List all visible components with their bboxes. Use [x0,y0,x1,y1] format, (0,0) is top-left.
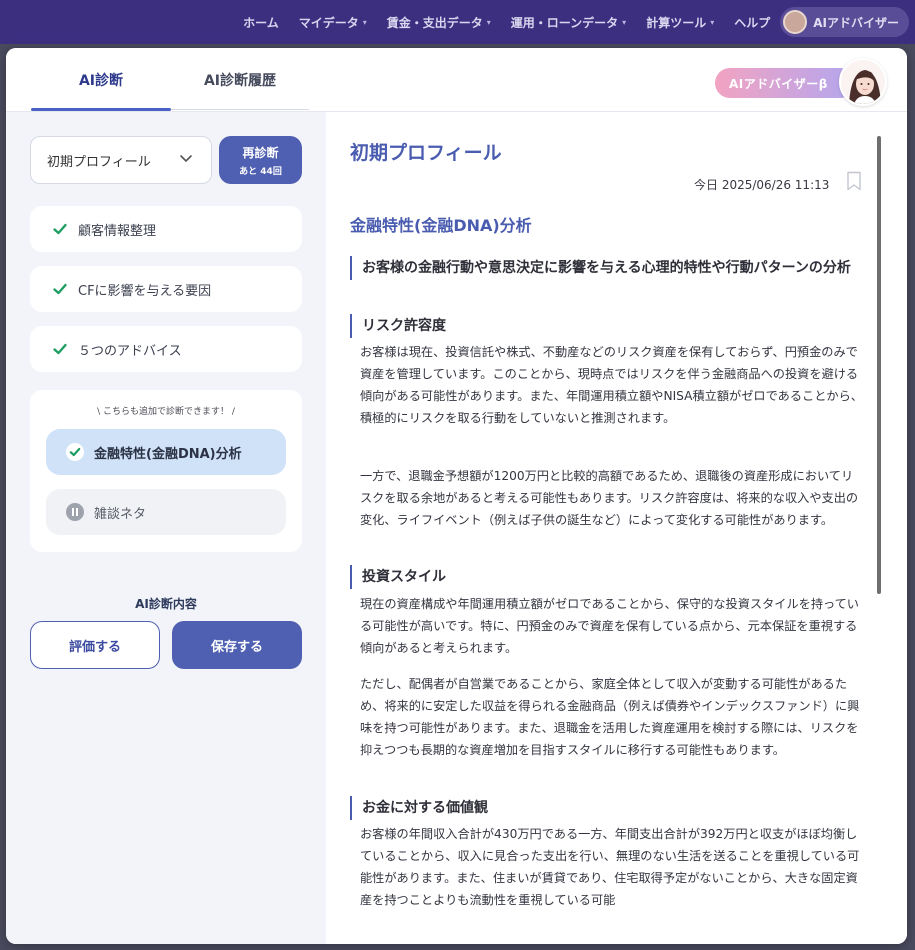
ai-diagnosis-modal: AI診断 AI診断履歴 AIアドバイザーβ 初期プロフィール 再診断 あと 44… [6,48,907,944]
profile-select-value: 初期プロフィール [47,154,151,170]
extra-diagnosis-hint: \ こちらも追加で診断できます！ / [97,407,235,417]
nav-item-calc-tools[interactable]: 計算ツール ▾ [636,14,724,31]
modal-header: AI診断 AI診断履歴 AIアドバイザーβ [6,48,907,112]
nav-advisor-label: AIアドバイザー [813,15,899,30]
subsection-heading: お客様の金融行動や意思決定に影響を与える心理的特性や行動パターンの分析 [350,256,860,280]
paragraph: 一方で、退職金予想額が1200万円と比較的高額であるため、退職後の資産形成におい… [360,469,859,527]
extra-item-label: 金融特性(金融DNA)分析 [94,446,242,462]
nav-item-label: マイデータ [298,15,359,30]
rediagnose-remaining: あと 44回 [239,167,282,177]
subsection-heading: リスク許容度 [350,314,860,338]
tab-label: AI診断 [78,73,124,89]
step-five-advice[interactable]: ５つのアドバイス [30,326,302,372]
step-label: 顧客情報整理 [78,223,157,239]
section-title: 金融特性(金融DNA)分析 [350,216,532,235]
bookmark-icon[interactable] [846,171,862,191]
extra-item-label: 雑談ネタ [94,506,147,522]
tab-ai-diagnosis[interactable]: AI診断 [31,70,171,112]
advisor-badge-label: AIアドバイザーβ [715,68,855,98]
top-navigation: ホーム マイデータ ▾ 賃金・支出データ ▾ 運用・ローンデータ ▾ 計算ツール ▾ ヘ… [0,0,915,44]
nav-item-label: 賃金・支出データ [386,15,483,30]
check-icon [53,283,67,295]
nav-item-home[interactable]: ホーム [233,14,289,31]
step-label: ５つのアドバイス [78,343,182,359]
paragraph: お客様は現在、投資信託や株式、不動産などのリスク資産を保有しておらず、円預金のみ… [360,345,863,425]
tab-ai-diagnosis-history[interactable]: AI診断履歴 [171,70,309,112]
nav-item-mydata[interactable]: マイデータ ▾ [289,14,377,31]
nav-item-label: ホーム [243,15,279,30]
diagnosis-timestamp: 今日 2025/06/26 11:13 [694,178,830,192]
tab-divider [171,109,309,110]
nav-item-help[interactable]: ヘルプ [724,14,780,31]
nav-item-label: ヘルプ [734,15,771,30]
subsection-heading: 投資スタイル [350,565,860,589]
subsection-heading: お金に対する価値観 [350,796,860,820]
pause-icon [66,503,84,521]
tab-label: AI診断履歴 [203,73,277,89]
advisor-avatar-icon [839,58,887,106]
save-button[interactable]: 保存する [172,621,302,669]
diagnosis-content: 初期プロフィール 今日 2025/06/26 11:13 金融特性(金融DNA)… [326,112,907,944]
nav-item-investment-loan[interactable]: 運用・ローンデータ ▾ [501,14,636,31]
rediagnose-label: 再診断 [242,146,279,160]
nav-menu: ホーム マイデータ ▾ 賃金・支出データ ▾ 運用・ローンデータ ▾ 計算ツール ▾ ヘ… [233,0,915,44]
page-title: 初期プロフィール [350,142,502,164]
paragraph: お客様の年間収入合計が430万円である一方、年間支出合計が392万円と収支がほぼ… [360,827,860,907]
check-circle-icon [66,443,84,461]
extra-diagnosis-box: \ こちらも追加で診断できます！ / 金融特性(金融DNA)分析 雑談ネタ [30,390,302,552]
caret-down-icon: ▾ [622,17,627,27]
caret-down-icon: ▾ [710,17,715,27]
extra-item-financial-dna[interactable]: 金融特性(金融DNA)分析 [46,429,286,475]
rediagnose-button[interactable]: 再診断 あと 44回 [219,136,302,184]
paragraph: 現在の資産構成や年間運用積立額がゼロであることから、保守的な投資スタイルを持って… [360,597,859,655]
paragraph: ただし、配偶者が自営業であることから、家庭全体として収入が変動する可能性があるた… [360,677,860,757]
content-scrollbar[interactable] [877,136,881,594]
evaluate-button[interactable]: 評価する [30,621,160,669]
step-label: CFに影響を与える要因 [78,283,212,299]
ai-advisor-badge[interactable]: AIアドバイザーβ [715,58,887,106]
check-icon [53,343,67,355]
chevron-down-icon [180,155,192,163]
diagnosis-content-label: AI診断内容 [135,597,197,611]
extra-item-small-talk[interactable]: 雑談ネタ [46,489,286,535]
caret-down-icon: ▾ [486,17,491,27]
advisor-avatar [783,10,808,34]
caret-down-icon: ▾ [362,17,367,27]
check-icon [53,223,67,235]
nav-advisor-button[interactable]: AIアドバイザー [780,7,909,37]
nav-item-wage-expense[interactable]: 賃金・支出データ ▾ [377,14,501,31]
diagnosis-sidebar: 初期プロフィール 再診断 あと 44回 顧客情報整理 CFに影響を与える要因 ５… [6,112,326,944]
nav-item-label: 運用・ローンデータ [510,15,619,30]
profile-select[interactable]: 初期プロフィール [30,136,212,184]
nav-item-label: 計算ツール [646,15,707,30]
step-cf-factors[interactable]: CFに影響を与える要因 [30,266,302,312]
active-tab-indicator [31,108,171,111]
step-customer-info[interactable]: 顧客情報整理 [30,206,302,252]
